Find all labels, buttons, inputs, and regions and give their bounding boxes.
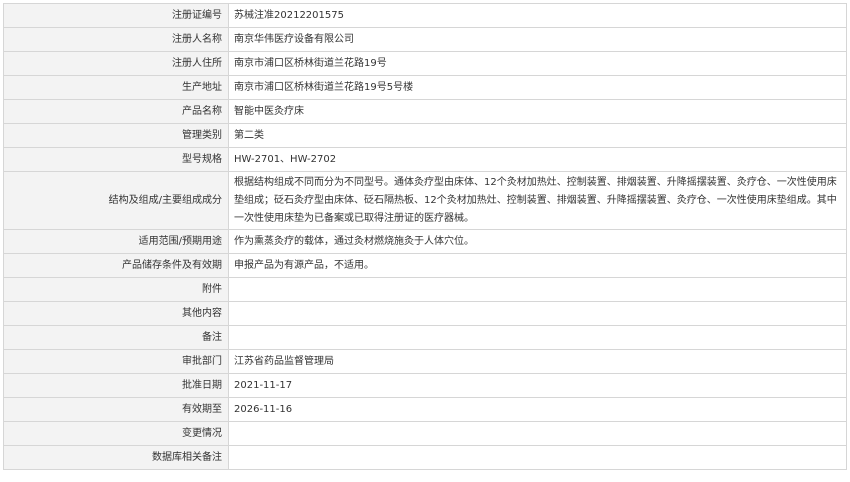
row-attachments: 附件 [3,277,847,302]
field-value [228,301,847,326]
registration-detail-table: 注册证编号 苏械注准20212201575 注册人名称 南京华伟医疗设备有限公司… [3,3,847,470]
row-approval-department: 审批部门 江苏省药品监督管理局 [3,349,847,374]
field-label: 结构及组成/主要组成成分 [3,171,229,230]
field-label: 批准日期 [3,373,229,398]
field-value: 第二类 [228,123,847,148]
row-other-content: 其他内容 [3,301,847,326]
row-remarks: 备注 [3,325,847,350]
field-value: 南京华伟医疗设备有限公司 [228,27,847,52]
field-label: 注册人名称 [3,27,229,52]
field-value [228,325,847,350]
field-label: 数据库相关备注 [3,445,229,470]
field-value: HW-2701、HW-2702 [228,147,847,172]
row-product-name: 产品名称 智能中医灸疗床 [3,99,847,124]
row-valid-until: 有效期至 2026-11-16 [3,397,847,422]
field-value: 作为熏蒸灸疗的载体，通过灸材燃烧施灸于人体穴位。 [228,229,847,254]
field-value: 2026-11-16 [228,397,847,422]
field-value [228,421,847,446]
field-value: 南京市浦口区桥林街道兰花路19号5号楼 [228,75,847,100]
field-value [228,445,847,470]
field-label: 注册证编号 [3,3,229,28]
row-registration-number: 注册证编号 苏械注准20212201575 [3,3,847,28]
row-production-address: 生产地址 南京市浦口区桥林街道兰花路19号5号楼 [3,75,847,100]
field-value: 南京市浦口区桥林街道兰花路19号 [228,51,847,76]
registration-detail-panel: 注册证编号 苏械注准20212201575 注册人名称 南京华伟医疗设备有限公司… [3,3,847,470]
field-value: 申报产品为有源产品，不适用。 [228,253,847,278]
field-label: 有效期至 [3,397,229,422]
row-intended-use: 适用范围/预期用途 作为熏蒸灸疗的载体，通过灸材燃烧施灸于人体穴位。 [3,229,847,254]
field-label: 附件 [3,277,229,302]
field-label: 产品储存条件及有效期 [3,253,229,278]
field-label: 审批部门 [3,349,229,374]
field-value: 江苏省药品监督管理局 [228,349,847,374]
row-registrant-address: 注册人住所 南京市浦口区桥林街道兰花路19号 [3,51,847,76]
field-value [228,277,847,302]
field-label: 备注 [3,325,229,350]
row-change-history: 变更情况 [3,421,847,446]
row-database-notes: 数据库相关备注 [3,445,847,470]
field-label: 变更情况 [3,421,229,446]
field-label: 型号规格 [3,147,229,172]
field-label: 生产地址 [3,75,229,100]
field-value: 2021-11-17 [228,373,847,398]
row-storage-validity: 产品储存条件及有效期 申报产品为有源产品，不适用。 [3,253,847,278]
row-structure-composition: 结构及组成/主要组成成分 根据结构组成不同而分为不同型号。通体灸疗型由床体、12… [3,171,847,230]
field-value: 苏械注准20212201575 [228,3,847,28]
row-approval-date: 批准日期 2021-11-17 [3,373,847,398]
field-label: 注册人住所 [3,51,229,76]
field-value: 智能中医灸疗床 [228,99,847,124]
field-value: 根据结构组成不同而分为不同型号。通体灸疗型由床体、12个灸材加热灶、控制装置、排… [228,171,847,230]
field-label: 其他内容 [3,301,229,326]
row-management-class: 管理类别 第二类 [3,123,847,148]
row-registrant-name: 注册人名称 南京华伟医疗设备有限公司 [3,27,847,52]
row-model-spec: 型号规格 HW-2701、HW-2702 [3,147,847,172]
field-label: 管理类别 [3,123,229,148]
field-label: 产品名称 [3,99,229,124]
field-label: 适用范围/预期用途 [3,229,229,254]
